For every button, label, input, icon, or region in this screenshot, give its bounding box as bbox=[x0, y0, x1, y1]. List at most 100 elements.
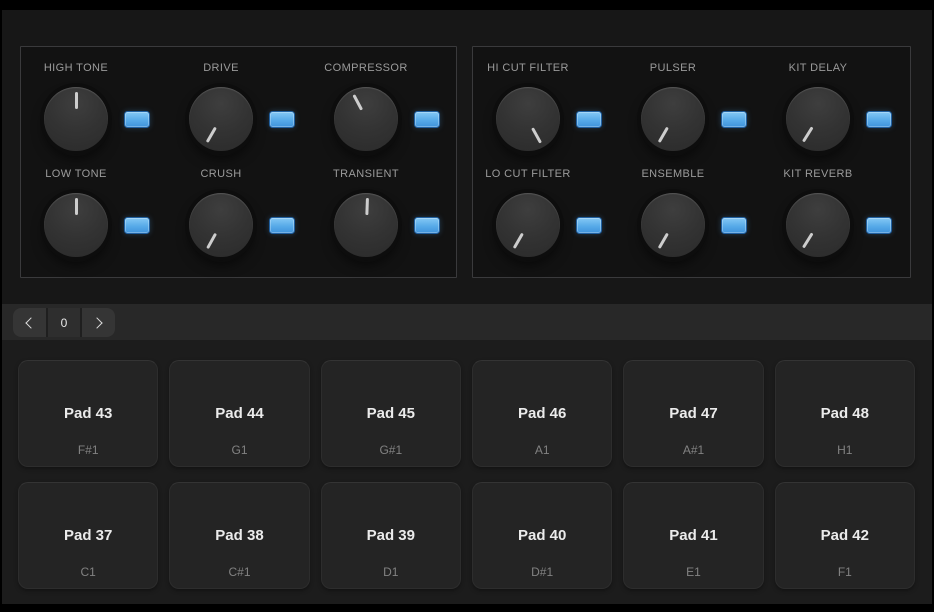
pulser-led-button[interactable] bbox=[721, 111, 747, 128]
knob-label: DRIVE bbox=[203, 62, 239, 74]
pad-name: Pad 41 bbox=[669, 527, 718, 544]
knob-label: COMPRESSOR bbox=[324, 62, 408, 74]
pad-name: Pad 47 bbox=[669, 405, 718, 422]
pad-note: D#1 bbox=[531, 565, 554, 579]
pad-42[interactable]: Pad 42 F1 bbox=[774, 482, 915, 589]
pad-note: F1 bbox=[837, 565, 852, 579]
kit-delay-knob[interactable] bbox=[786, 87, 850, 151]
knob-label: ENSEMBLE bbox=[641, 168, 705, 180]
lo-cut-filter-led-button[interactable] bbox=[576, 217, 602, 234]
drum-machine-plugin-window: HIGH TONE DRIVE COMPRESSOR LOW TONE CRUS… bbox=[0, 0, 934, 612]
knob-label: PULSER bbox=[649, 62, 697, 74]
high-tone-led-button[interactable] bbox=[124, 111, 150, 128]
pad-41[interactable]: Pad 41 E1 bbox=[623, 482, 764, 589]
pad-note: F#1 bbox=[77, 443, 99, 457]
pad-45[interactable]: Pad 45 G#1 bbox=[320, 360, 461, 467]
pad-37[interactable]: Pad 37 C1 bbox=[18, 482, 159, 589]
pad-name: Pad 43 bbox=[63, 405, 113, 422]
knob-indicator bbox=[629, 75, 716, 162]
pad-note: G#1 bbox=[379, 443, 403, 457]
low-tone-led-button[interactable] bbox=[124, 217, 150, 234]
pad-note: G1 bbox=[231, 443, 248, 457]
crush-led-button[interactable] bbox=[269, 217, 295, 234]
smart-controls-section: HIGH TONE DRIVE COMPRESSOR LOW TONE CRUS… bbox=[2, 10, 932, 304]
knob-group-lo-cut-filter: LO CUT FILTER bbox=[463, 168, 602, 257]
kit-reverb-led-button[interactable] bbox=[866, 217, 892, 234]
pulser-knob[interactable] bbox=[641, 87, 705, 151]
crush-knob[interactable] bbox=[189, 193, 253, 257]
knob-label: HI CUT FILTER bbox=[487, 62, 569, 74]
pad-name: Pad 45 bbox=[366, 405, 415, 422]
knob-group-kit-reverb: KIT REVERB bbox=[753, 168, 892, 257]
pager-prev-button[interactable] bbox=[13, 308, 46, 337]
low-tone-knob[interactable] bbox=[44, 193, 108, 257]
transient-led-button[interactable] bbox=[414, 217, 440, 234]
knob-indicator bbox=[177, 75, 264, 162]
compressor-knob[interactable] bbox=[334, 87, 398, 151]
drive-knob[interactable] bbox=[189, 87, 253, 151]
knob-group-hi-cut-filter: HI CUT FILTER bbox=[463, 62, 602, 151]
chevron-right-icon bbox=[91, 316, 103, 329]
knob-indicator bbox=[44, 193, 108, 257]
pad-name: Pad 37 bbox=[63, 527, 113, 544]
knob-group-compressor: COMPRESSOR bbox=[301, 62, 440, 151]
lo-cut-filter-knob[interactable] bbox=[496, 193, 560, 257]
knob-label: KIT REVERB bbox=[783, 168, 853, 180]
knob-label: LOW TONE bbox=[45, 168, 107, 180]
pad-note: A1 bbox=[534, 443, 550, 457]
pad-39[interactable]: Pad 39 D1 bbox=[320, 482, 461, 589]
knob-label: LO CUT FILTER bbox=[485, 168, 571, 180]
knob-indicator bbox=[774, 181, 862, 269]
pager-bar: 0 bbox=[2, 304, 932, 340]
kit-delay-led-button[interactable] bbox=[866, 111, 892, 128]
knob-group-kit-delay: KIT DELAY bbox=[753, 62, 892, 151]
chevron-left-icon bbox=[25, 316, 37, 329]
pad-name: Pad 38 bbox=[215, 527, 264, 544]
pad-note: H1 bbox=[837, 443, 853, 457]
pad-note: C#1 bbox=[228, 565, 251, 579]
tone-panel: HIGH TONE DRIVE COMPRESSOR LOW TONE CRUS… bbox=[20, 46, 457, 278]
pad-name: Pad 42 bbox=[820, 527, 869, 544]
knob-group-transient: TRANSIENT bbox=[301, 168, 440, 257]
pad-44[interactable]: Pad 44 G1 bbox=[169, 360, 310, 467]
drive-led-button[interactable] bbox=[269, 111, 295, 128]
pager-next-button[interactable] bbox=[82, 308, 115, 337]
pad-name: Pad 48 bbox=[820, 405, 869, 422]
knob-indicator bbox=[629, 181, 716, 268]
pager-value: 0 bbox=[48, 308, 80, 337]
pad-48[interactable]: Pad 48 H1 bbox=[774, 360, 915, 467]
knob-indicator bbox=[484, 181, 571, 268]
knob-label: CRUSH bbox=[200, 168, 242, 180]
knob-group-high-tone: HIGH TONE bbox=[11, 62, 150, 151]
pad-note: A#1 bbox=[682, 443, 705, 457]
pad-43[interactable]: Pad 43 F#1 bbox=[18, 360, 159, 467]
knob-indicator bbox=[484, 75, 571, 162]
fx-panel: HI CUT FILTER PULSER KIT DELAY LO CUT FI… bbox=[472, 46, 911, 278]
ensemble-led-button[interactable] bbox=[721, 217, 747, 234]
pad-38[interactable]: Pad 38 C#1 bbox=[169, 482, 310, 589]
knob-indicator bbox=[177, 181, 264, 268]
high-tone-knob[interactable] bbox=[44, 87, 108, 151]
transient-knob[interactable] bbox=[334, 193, 398, 257]
knob-indicator bbox=[44, 87, 108, 151]
pad-note: C1 bbox=[80, 565, 96, 579]
pad-note: E1 bbox=[686, 565, 701, 579]
pad-bank-pager: 0 bbox=[13, 308, 115, 337]
knob-group-ensemble: ENSEMBLE bbox=[608, 168, 747, 257]
knob-group-low-tone: LOW TONE bbox=[11, 168, 150, 257]
knob-indicator bbox=[333, 192, 399, 258]
hi-cut-filter-knob[interactable] bbox=[496, 87, 560, 151]
pad-name: Pad 46 bbox=[517, 405, 567, 422]
pad-46[interactable]: Pad 46 A1 bbox=[471, 360, 613, 467]
compressor-led-button[interactable] bbox=[414, 111, 440, 128]
knob-group-drive: DRIVE bbox=[156, 62, 295, 151]
pad-40[interactable]: Pad 40 D#1 bbox=[471, 482, 613, 589]
hi-cut-filter-led-button[interactable] bbox=[576, 111, 602, 128]
knob-group-crush: CRUSH bbox=[156, 168, 295, 257]
pad-note: D1 bbox=[383, 565, 399, 579]
pad-name: Pad 44 bbox=[215, 405, 264, 422]
ensemble-knob[interactable] bbox=[641, 193, 705, 257]
pad-47[interactable]: Pad 47 A#1 bbox=[623, 360, 764, 467]
knob-label: KIT DELAY bbox=[788, 62, 848, 74]
kit-reverb-knob[interactable] bbox=[786, 193, 850, 257]
